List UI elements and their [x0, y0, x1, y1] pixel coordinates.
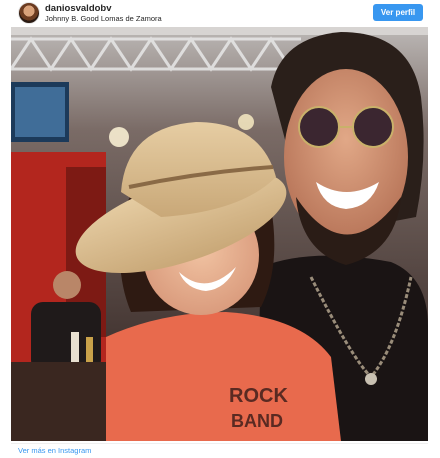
avatar[interactable]	[18, 2, 40, 24]
post-header: daniosvaldobv Johnny B. Good Lomas de Za…	[3, 0, 435, 26]
divider	[11, 443, 428, 444]
username[interactable]: daniosvaldobv	[45, 3, 112, 14]
shirt-text-1: ROCK	[229, 385, 288, 407]
instagram-embed: daniosvaldobv Johnny B. Good Lomas de Za…	[3, 0, 435, 456]
shirt-text-2: BAND	[231, 411, 283, 431]
location-label[interactable]: Johnny B. Good Lomas de Zamora	[45, 14, 162, 23]
view-profile-button[interactable]: Ver perfil	[373, 4, 423, 21]
photo-illustration: ROCK BAND	[11, 27, 428, 441]
view-more-link[interactable]: Ver más en Instagram	[18, 446, 91, 456]
post-photo[interactable]: ROCK BAND	[11, 27, 428, 441]
